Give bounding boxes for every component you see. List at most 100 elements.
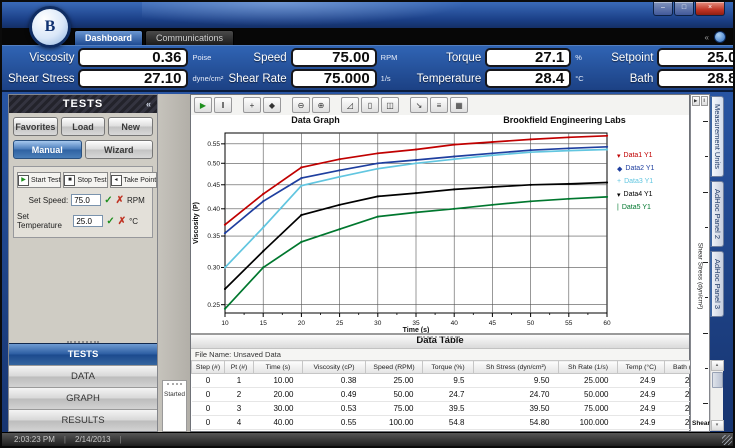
legend-item-data2-y1[interactable]: ◆Data2 Y1 xyxy=(611,162,689,175)
column-header-torque[interactable]: Torque (%) xyxy=(423,361,474,374)
readout-label: Speed xyxy=(253,52,286,64)
new-button[interactable]: New xyxy=(108,117,153,136)
collapse-panel-icon[interactable]: « xyxy=(146,99,152,109)
column-header-sh-stress-dyn-cm[interactable]: Sh Stress (dyn/cm²) xyxy=(474,361,559,374)
started-status-panel: Started xyxy=(162,380,187,432)
annotate-button[interactable]: ↘ xyxy=(410,97,428,113)
load-button[interactable]: Load xyxy=(61,117,106,136)
column-header-speed-rpm[interactable]: Speed (RPM) xyxy=(366,361,423,374)
sidebar-nav-data[interactable]: DATA xyxy=(9,365,157,387)
readout-shear-stress: Shear Stress27.10dyne/cm² xyxy=(8,70,228,88)
table-cell: 0.53 xyxy=(303,402,366,416)
play-button[interactable]: ▶ xyxy=(194,97,212,113)
svg-text:0.55: 0.55 xyxy=(207,141,220,148)
status-date: 2/14/2013 xyxy=(75,435,111,444)
chart-svg[interactable]: 10152025303540455055600.250.300.350.400.… xyxy=(191,127,611,333)
table-cell: 24.70 xyxy=(474,388,559,402)
favorites-button[interactable]: Favorites xyxy=(13,117,58,136)
globe-status-icon[interactable] xyxy=(714,31,726,43)
zoom-in-button[interactable]: ⊕ xyxy=(312,97,330,113)
accept-temperature-icon[interactable]: ✓ xyxy=(106,216,114,227)
tests-sidebar: TESTS « FavoritesLoadNew ManualWizard ▶ … xyxy=(8,94,158,432)
tests-panel-title: TESTS xyxy=(63,98,103,110)
legend-item-data5-y1[interactable]: |Data5 Y1 xyxy=(611,201,689,214)
dashboard-readouts: Viscosity0.36PoiseSpeed75.00RPMTorque27.… xyxy=(2,45,733,92)
table-cell: 24.9 xyxy=(618,416,665,430)
legend-item-data1-y1[interactable]: ▾Data1 Y1 xyxy=(611,149,689,162)
resize-grip[interactable] xyxy=(722,435,732,445)
svg-text:0.25: 0.25 xyxy=(207,302,220,309)
main-area: TESTS « FavoritesLoadNew ManualWizard ▶ … xyxy=(2,92,733,432)
pause-button[interactable]: ‖ xyxy=(214,97,232,113)
y-axis-label: Viscosity (P) xyxy=(193,202,200,244)
readout-label: Bath xyxy=(630,73,654,85)
scale-vertical-button[interactable]: ▯ xyxy=(361,97,379,113)
readout-value: 75.000 xyxy=(291,69,377,88)
wizard-button[interactable]: Wizard xyxy=(85,140,154,159)
tab-dashboard[interactable]: Dashboard xyxy=(74,30,143,45)
sidebar-spacer xyxy=(9,238,157,338)
column-header-sh-rate-1-s[interactable]: Sh Rate (1/s) xyxy=(559,361,618,374)
column-header-time-s[interactable]: Time (s) xyxy=(254,361,303,374)
titlebar[interactable]: B – □ × xyxy=(2,2,733,28)
table-row[interactable]: 0110.000.3825.009.59.5025.00024.925.3 xyxy=(192,374,710,388)
manual-button[interactable]: Manual xyxy=(13,140,82,159)
column-header-temp-c[interactable]: Temp (°C) xyxy=(618,361,665,374)
right-tab-adhoc-panel-3[interactable]: AdHoc Panel 3 xyxy=(710,251,724,317)
take-point-button[interactable]: ◂ Take Point xyxy=(110,172,158,188)
svg-text:0.50: 0.50 xyxy=(207,160,220,167)
table-cell: 1 xyxy=(225,374,254,388)
svg-text:25: 25 xyxy=(336,320,344,327)
sidebar-nav-results[interactable]: RESULTS xyxy=(9,409,157,431)
sidebar-nav-graph[interactable]: GRAPH xyxy=(9,387,157,409)
zoom-out-button[interactable]: ⊖ xyxy=(292,97,310,113)
minimize-button[interactable]: – xyxy=(653,2,673,16)
legend-item-data4-y1[interactable]: ▾Data4 Y1 xyxy=(611,188,689,201)
svg-text:0.35: 0.35 xyxy=(207,233,220,240)
column-header-pt[interactable]: Pt (#) xyxy=(225,361,254,374)
column-header-viscosity-cp[interactable]: Viscosity (cP) xyxy=(303,361,366,374)
file-name-label: File Name: Unsaved Data xyxy=(191,349,689,360)
graph-titles: Data Graph Brookfield Engineering Labs xyxy=(191,115,689,127)
table-row[interactable]: 0440.000.55100.0054.854.80100.00024.925.… xyxy=(192,416,710,430)
table-cell: 4 xyxy=(225,416,254,430)
right-tab-adhoc-panel-2[interactable]: AdHoc Panel 2 xyxy=(710,181,724,247)
set-speed-input[interactable] xyxy=(71,194,101,206)
stop-test-label: Stop Test xyxy=(77,177,106,184)
table-cell: 0.49 xyxy=(303,388,366,402)
legend-item-data3-y1[interactable]: +Data3 Y1 xyxy=(611,175,689,188)
stop-test-button[interactable]: ■ Stop Test xyxy=(63,172,107,188)
pause-icon[interactable]: ‖ xyxy=(701,96,709,106)
readout-unit: dyne/cm² xyxy=(192,75,228,83)
tab-communications[interactable]: Communications xyxy=(145,30,234,45)
sidebar-nav-tests[interactable]: TESTS xyxy=(9,343,157,365)
table-cell: 24.9 xyxy=(618,402,665,416)
readout-unit: RPM xyxy=(381,54,417,62)
close-button[interactable]: × xyxy=(695,2,725,16)
start-test-button[interactable]: ▶ Start Test xyxy=(17,172,61,188)
scale-diagonal-button[interactable]: ◿ xyxy=(341,97,359,113)
right-tab-measurement-units[interactable]: Measurement Units xyxy=(710,96,724,177)
cancel-temperature-icon[interactable]: ✗ xyxy=(118,216,126,227)
pan-button[interactable]: ◆ xyxy=(263,97,281,113)
maximize-button[interactable]: □ xyxy=(674,2,694,16)
cancel-speed-icon[interactable]: ✗ xyxy=(116,195,124,206)
accept-speed-icon[interactable]: ✓ xyxy=(104,195,112,206)
set-temperature-input[interactable] xyxy=(73,215,103,227)
scale-horizontal-button[interactable]: ◫ xyxy=(381,97,399,113)
play-icon[interactable]: ▶ xyxy=(692,96,700,106)
legend-label: Data3 Y1 xyxy=(624,178,653,185)
column-header-step[interactable]: Step (#) xyxy=(192,361,225,374)
crosshair-button[interactable]: + xyxy=(243,97,261,113)
panel-splitter[interactable]: Started xyxy=(158,94,190,432)
print-button[interactable]: ≡ xyxy=(430,97,448,113)
svg-text:10: 10 xyxy=(221,320,229,327)
readout-viscosity: Viscosity0.36Poise xyxy=(8,49,228,67)
table-cell: 0 xyxy=(192,374,225,388)
adhoc-graph-sliver: ▶ ‖ Shear Stress (dyn/cm²) Shear Ra xyxy=(690,94,710,432)
sliver-toolbar: ▶ ‖ xyxy=(691,95,709,107)
table-row[interactable]: 0220.000.4950.0024.724.7050.00024.925.3 xyxy=(192,388,710,402)
save-button[interactable]: ▦ xyxy=(450,97,468,113)
table-row[interactable]: 0330.000.5375.0039.539.5075.00024.925.3 xyxy=(192,402,710,416)
readout-label: Torque xyxy=(446,52,481,64)
